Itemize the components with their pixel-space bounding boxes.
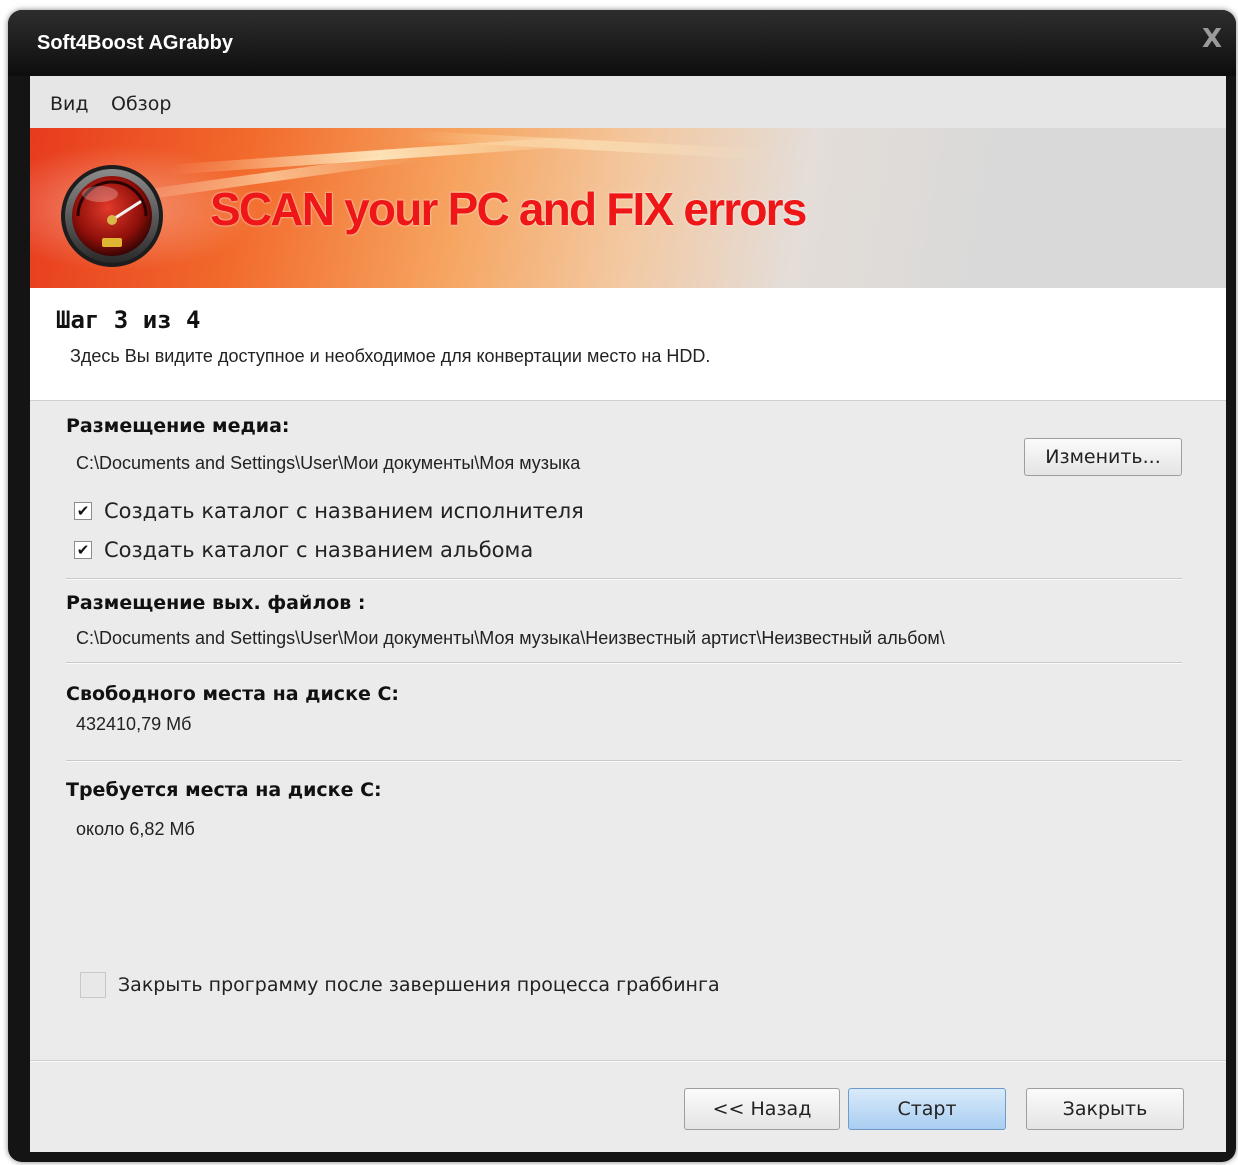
menu-item-browse[interactable]: Обзор: [111, 93, 171, 115]
banner: SCAN your PC and FIX errors: [30, 128, 1226, 288]
checkbox-label: Создать каталог с названием альбома: [104, 538, 534, 562]
create-artist-folder-checkbox[interactable]: ✔ Создать каталог с названием исполнител…: [74, 499, 584, 523]
banner-headline: SCAN your PC and FIX errors: [210, 183, 807, 235]
required-space-value: около 6,82 Мб: [76, 819, 195, 839]
menu-item-view[interactable]: Вид: [50, 93, 89, 115]
client-area: Вид Обзор SCAN your PC and FIX errors Ша…: [30, 76, 1226, 1152]
create-album-folder-checkbox[interactable]: ✔ Создать каталог с названием альбома: [74, 538, 533, 562]
checkbox-unchecked[interactable]: [80, 972, 106, 998]
close-icon[interactable]: X: [1202, 26, 1222, 52]
start-button[interactable]: Старт: [848, 1088, 1006, 1130]
output-location-path: C:\Documents and Settings\User\Мои докум…: [76, 628, 945, 648]
checkbox-label: Закрыть программу после завершения проце…: [118, 974, 720, 996]
title-bar[interactable]: Soft4Boost AGrabby X: [8, 10, 1236, 76]
step-header: Шаг 3 из 4 Здесь Вы видите доступное и н…: [30, 288, 1226, 401]
app-window: Soft4Boost AGrabby X Вид Обзор SCAN your…: [8, 10, 1236, 1162]
divider: [66, 760, 1182, 762]
window-title: Soft4Boost AGrabby: [37, 32, 233, 54]
step-description: Здесь Вы видите доступное и необходимое …: [70, 346, 711, 366]
menu-bar: Вид Обзор: [30, 76, 1226, 128]
output-location-label: Размещение вых. файлов :: [66, 592, 366, 614]
media-location-label: Размещение медиа:: [66, 415, 290, 437]
divider: [30, 1060, 1226, 1062]
close-after-finish-checkbox[interactable]: Закрыть программу после завершения проце…: [80, 972, 720, 998]
back-button[interactable]: << Назад: [684, 1088, 840, 1130]
close-button[interactable]: Закрыть: [1026, 1088, 1184, 1130]
checkbox-checked[interactable]: ✔: [74, 502, 92, 520]
free-space-label: Свободного места на диске С:: [66, 683, 400, 705]
divider: [66, 662, 1182, 664]
speedometer-icon: [60, 164, 164, 268]
required-space-label: Требуется места на диске С:: [66, 779, 382, 801]
checkbox-label: Создать каталог с названием исполнителя: [104, 499, 584, 523]
change-location-button[interactable]: Изменить...: [1024, 438, 1182, 476]
free-space-value: 432410,79 Мб: [76, 714, 192, 734]
media-location-path: C:\Documents and Settings\User\Мои докум…: [76, 453, 581, 473]
divider: [66, 578, 1182, 580]
checkbox-checked[interactable]: ✔: [74, 541, 92, 559]
step-title: Шаг 3 из 4: [56, 306, 201, 334]
